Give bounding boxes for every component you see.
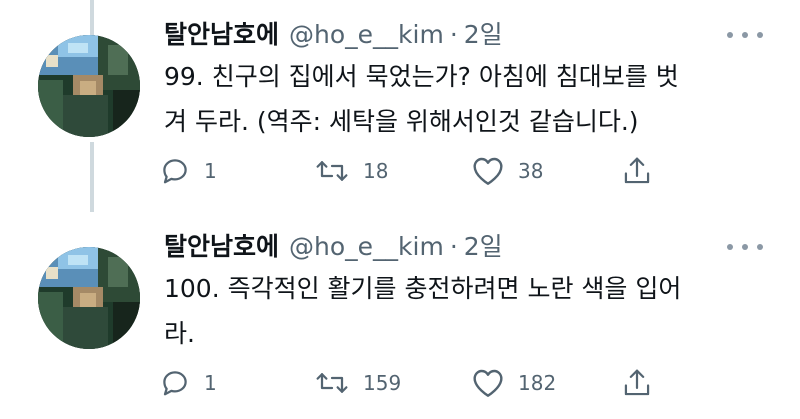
author-name[interactable]: 탈안남호에 [164,10,279,60]
like-button[interactable]: 38 [472,150,543,192]
reply-icon [163,159,187,184]
retweet-icon [316,373,348,393]
retweet-count: 159 [363,371,402,395]
tweet-text-line: 겨 두라. (역주: 세탁을 위해서인것 같습니다.) [164,107,639,136]
like-count: 182 [518,371,557,395]
author-handle[interactable]: @ho_e__kim [289,222,444,272]
retweet-button[interactable]: 159 [315,362,401,404]
author-name[interactable]: 탈안남호에 [164,222,279,272]
retweet-button[interactable]: 18 [315,150,388,192]
share-icon [624,157,650,184]
more-icon[interactable] [727,22,763,48]
timestamp[interactable]: 2일 [464,222,503,272]
retweet-icon [316,161,348,181]
tweet-header: 탈안남호에 @ho_e__kim · 2일 [164,222,503,272]
heart-icon [473,369,503,397]
like-count: 38 [518,159,544,183]
avatar[interactable] [38,35,140,137]
tweet-text: 100. 즉각적인 활기를 충전하려면 노란 색을 입어 라. [164,266,774,356]
reply-button[interactable]: 1 [160,150,217,192]
share-button[interactable] [622,362,652,404]
tweet[interactable]: 탈안남호에 @ho_e__kim · 2일 99. 친구의 집에서 묵었는가? … [0,0,800,200]
retweet-count: 18 [363,159,389,183]
heart-icon [473,157,503,185]
reply-icon [163,371,187,396]
author-handle[interactable]: @ho_e__kim [289,10,444,60]
separator-dot: · [449,232,458,261]
share-icon [624,369,650,396]
tweet-text-line: 라. [164,319,195,348]
tweet-actions: 1 18 38 [160,150,680,192]
like-button[interactable]: 182 [472,362,556,404]
timestamp[interactable]: 2일 [464,10,503,60]
more-icon[interactable] [727,234,763,260]
tweet-text: 99. 친구의 집에서 묵었는가? 아침에 침대보를 벗 겨 두라. (역주: … [164,54,774,144]
share-button[interactable] [622,150,652,192]
reply-count: 1 [204,159,217,183]
reply-button[interactable]: 1 [160,362,217,404]
tweet[interactable]: 탈안남호에 @ho_e__kim · 2일 100. 즉각적인 활기를 충전하려… [0,212,800,412]
separator-dot: · [449,20,458,49]
tweet-text-line: 100. 즉각적인 활기를 충전하려면 노란 색을 입어 [164,274,682,303]
reply-count: 1 [204,371,217,395]
tweet-text-line: 99. 친구의 집에서 묵었는가? 아침에 침대보를 벗 [164,62,679,91]
tweet-actions: 1 159 182 [160,362,680,404]
tweet-header: 탈안남호에 @ho_e__kim · 2일 [164,10,503,60]
avatar[interactable] [38,247,140,349]
